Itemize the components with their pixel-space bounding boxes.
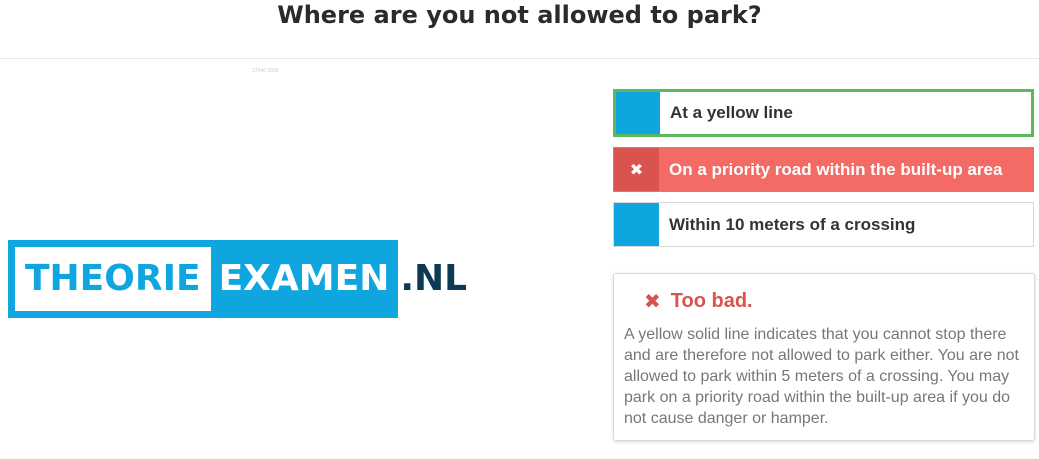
cross-icon: ✖ xyxy=(644,290,661,313)
logo-box: THEORIE EXAMEN xyxy=(8,240,399,318)
wrong-x-icon: ✖ xyxy=(614,148,659,191)
feedback-explanation: A yellow solid line indicates that you c… xyxy=(624,326,1019,427)
question-header: Where are you not allowed to park? xyxy=(0,0,1039,59)
theorie-examen-logo: THEORIE EXAMEN .NL xyxy=(8,240,467,318)
answer-label: On a priority road within the built-up a… xyxy=(669,159,1003,179)
feedback-title: ✖ Too bad. xyxy=(624,288,1024,314)
answer-option-2[interactable]: ✖ On a priority road within the built-up… xyxy=(613,147,1034,192)
feedback-panel: ✖ Too bad. A yellow solid line indicates… xyxy=(613,273,1035,441)
answer-marker xyxy=(614,203,659,246)
logo-text-tld: .NL xyxy=(400,258,468,299)
answer-marker xyxy=(616,92,660,134)
logo-text-theorie: THEORIE xyxy=(15,247,211,311)
feedback-title-text: Too bad. xyxy=(670,289,753,312)
logo-text-examen: EXAMEN xyxy=(218,258,390,299)
answer-label: At a yellow line xyxy=(670,103,793,122)
answer-option-3[interactable]: Within 10 meters of a crossing xyxy=(613,202,1034,247)
question-title: Where are you not allowed to park? xyxy=(277,1,762,29)
answer-option-1[interactable]: At a yellow line xyxy=(613,89,1034,137)
answer-label: Within 10 meters of a crossing xyxy=(669,214,916,234)
image-credit: 27046 3309 xyxy=(252,68,279,74)
